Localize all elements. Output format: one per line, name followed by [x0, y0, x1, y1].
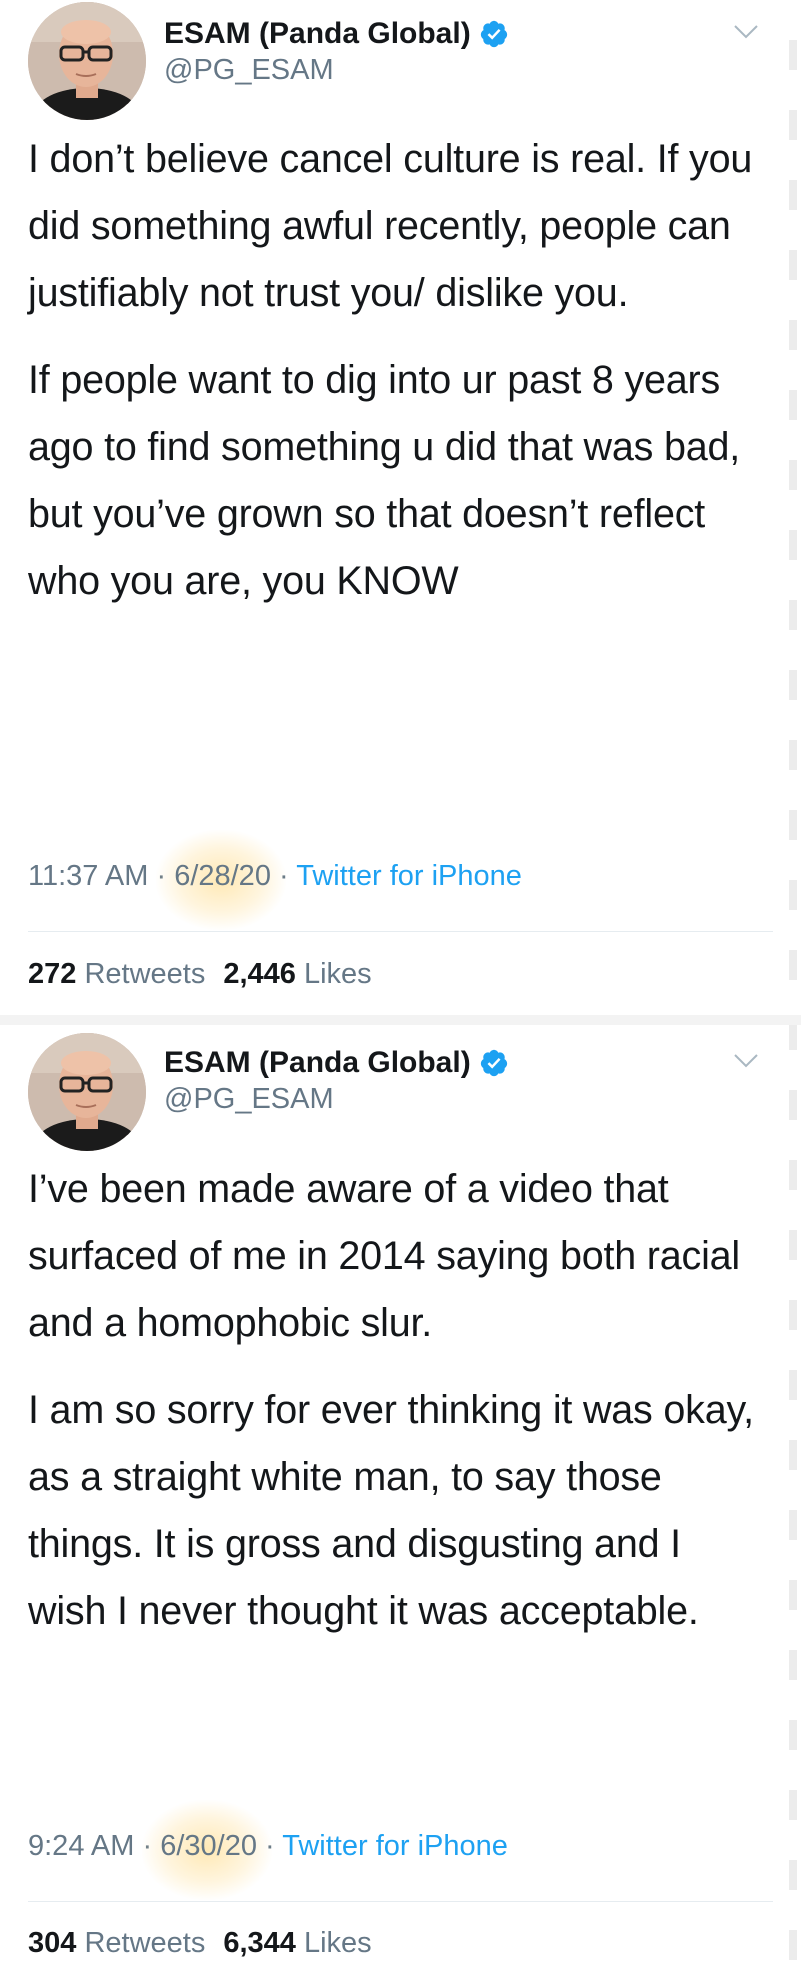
verified-badge-icon — [480, 20, 507, 48]
tweet-client-link[interactable]: Twitter for iPhone — [296, 860, 522, 892]
avatar[interactable] — [28, 1033, 146, 1151]
tweet-date-text: 6/30/20 — [160, 1830, 257, 1862]
retweet-count: 304 — [28, 1927, 77, 1959]
chevron-down-icon[interactable] — [733, 1053, 759, 1069]
avatar-image — [28, 2, 146, 120]
display-name[interactable]: ESAM (Panda Global) — [164, 17, 471, 51]
tweet-card[interactable]: ESAM (Panda Global) @PG_ESAM I don’t bel… — [0, 0, 801, 1015]
tweet-paragraph: I am so sorry for ever thinking it was o… — [28, 1388, 754, 1633]
tweet-date[interactable]: 6/28/20 — [156, 830, 287, 930]
avatar-image — [28, 1033, 146, 1151]
tweet-meta: 9:24 AM · 6/30/20 · Twitter for iPhone — [28, 1800, 508, 1900]
tweet-paragraph: I’ve been made aware of a video that sur… — [28, 1167, 741, 1345]
handle[interactable]: @PG_ESAM — [164, 54, 334, 87]
divider — [28, 1901, 773, 1902]
tweet-paragraph: I don’t believe cancel culture is real. … — [28, 137, 753, 315]
tweet-date[interactable]: 6/30/20 — [142, 1800, 273, 1900]
chevron-down-icon[interactable] — [733, 24, 759, 40]
handle[interactable]: @PG_ESAM — [164, 1083, 334, 1116]
retweet-count: 272 — [28, 958, 77, 990]
author-name-row[interactable]: ESAM (Panda Global) — [164, 17, 509, 51]
meta-separator: · — [156, 860, 167, 892]
retweets-label: Retweets — [84, 1927, 206, 1959]
tweet-paragraph: If people want to dig into ur past 8 yea… — [28, 358, 741, 603]
tweet-meta: 11:37 AM · 6/28/20 · Twitter for iPhone — [28, 830, 522, 930]
like-count: 6,344 — [223, 1927, 296, 1959]
tweet-text: I don’t believe cancel culture is real. … — [28, 126, 768, 615]
tweet-time[interactable]: 11:37 AM — [28, 860, 148, 892]
retweets-stat[interactable]: 304 Retweets — [28, 1927, 205, 1959]
likes-label: Likes — [303, 958, 372, 990]
display-name[interactable]: ESAM (Panda Global) — [164, 1046, 471, 1080]
tweet-separator — [0, 1015, 801, 1025]
divider — [28, 931, 773, 932]
meta-separator: · — [142, 1830, 153, 1862]
tweet-card[interactable]: ESAM (Panda Global) @PG_ESAM I’ve been m… — [0, 1025, 801, 1970]
likes-stat[interactable]: 2,446 Likes — [223, 958, 371, 990]
tweet-stats: 272 Retweets 2,446 Likes — [28, 958, 372, 991]
author-name-row[interactable]: ESAM (Panda Global) — [164, 1046, 509, 1080]
like-count: 2,446 — [223, 958, 296, 990]
likes-stat[interactable]: 6,344 Likes — [223, 1927, 371, 1959]
tweet-stats: 304 Retweets 6,344 Likes — [28, 1927, 372, 1960]
retweets-stat[interactable]: 272 Retweets — [28, 958, 205, 990]
verified-badge-icon — [480, 1049, 507, 1077]
retweets-label: Retweets — [84, 958, 206, 990]
avatar[interactable] — [28, 2, 146, 120]
tweet-client-link[interactable]: Twitter for iPhone — [282, 1830, 508, 1862]
meta-separator: · — [279, 860, 289, 892]
tweet-time[interactable]: 9:24 AM — [28, 1830, 134, 1862]
tweet-text: I’ve been made aware of a video that sur… — [28, 1156, 768, 1645]
tweet-date-text: 6/28/20 — [174, 860, 271, 892]
likes-label: Likes — [303, 1927, 372, 1959]
meta-separator: · — [265, 1830, 275, 1862]
